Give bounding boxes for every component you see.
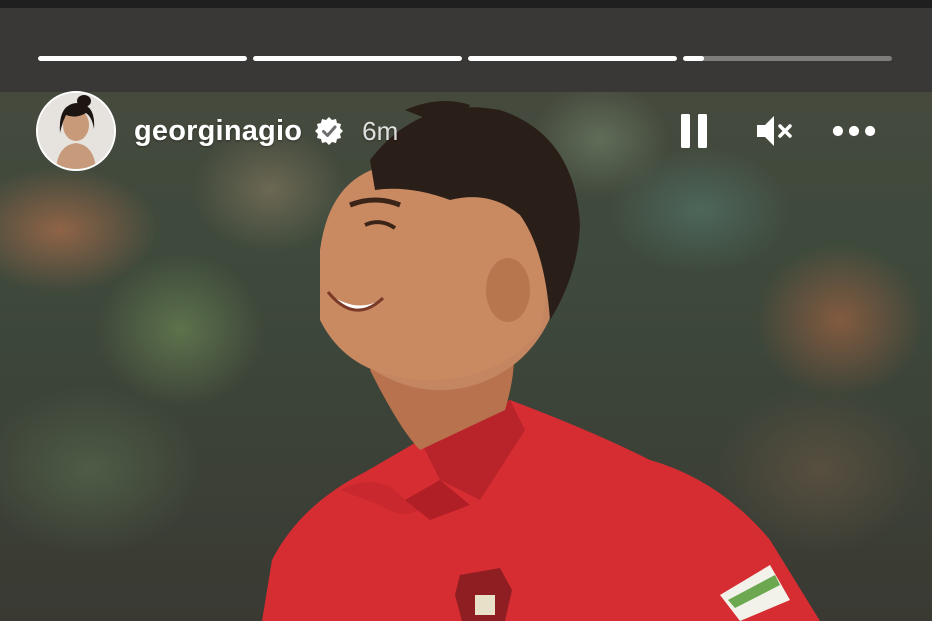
story-username[interactable]: georginagio	[134, 115, 302, 148]
story-top-bar	[0, 0, 932, 92]
story-controls	[672, 109, 876, 153]
story-progress-bar	[38, 56, 892, 61]
avatar[interactable]	[36, 91, 116, 171]
progress-segment[interactable]	[253, 56, 462, 61]
story-viewer[interactable]: georginagio 6m	[0, 0, 932, 621]
more-options-button[interactable]	[832, 109, 876, 153]
progress-segment[interactable]	[38, 56, 247, 61]
progress-fill	[38, 56, 247, 61]
verified-badge-icon	[315, 117, 344, 145]
progress-fill	[253, 56, 462, 61]
more-options-icon	[832, 125, 876, 137]
progress-fill	[468, 56, 677, 61]
progress-segment[interactable]	[683, 56, 892, 61]
progress-segment[interactable]	[468, 56, 677, 61]
pause-icon	[681, 114, 707, 148]
pause-button[interactable]	[672, 109, 716, 153]
mute-button[interactable]	[752, 109, 796, 153]
story-header: georginagio 6m	[36, 90, 896, 172]
progress-fill	[683, 56, 704, 61]
speaker-muted-icon	[757, 116, 792, 146]
avatar-photo	[38, 93, 114, 169]
story-timestamp: 6m	[362, 115, 399, 146]
